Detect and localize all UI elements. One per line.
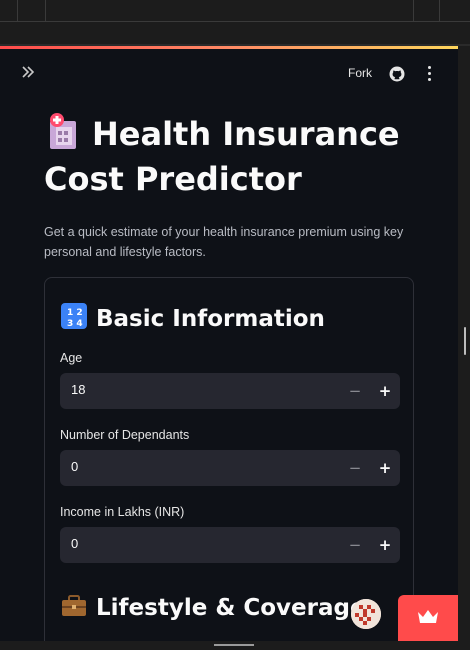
section-heading-basic: 1 2 3 4 Basic Information (60, 302, 325, 332)
kebab-menu-icon[interactable] (424, 66, 434, 82)
dependants-increment-button[interactable]: + (376, 457, 394, 479)
github-icon[interactable] (389, 66, 405, 82)
double-chevron-right-icon (22, 66, 35, 78)
page-title-text: Health Insurance Cost Predictor (44, 115, 400, 198)
form-card: 1 2 3 4 Basic Information Age 18 − + Num… (44, 277, 414, 641)
page-scrollbar[interactable] (458, 46, 470, 641)
expand-sidebar-button[interactable] (20, 64, 42, 86)
chrome-cell (18, 0, 46, 22)
dependants-label: Number of Dependants (60, 428, 190, 442)
section-heading-lifestyle: Lifestyle & Coverage (60, 591, 366, 621)
age-decrement-button[interactable]: − (346, 380, 364, 402)
dependants-value[interactable]: 0 (71, 459, 78, 474)
section-heading-lifestyle-text: Lifestyle & Coverage (96, 595, 366, 621)
fork-button[interactable]: Fork (348, 66, 372, 80)
bottom-bar (0, 641, 470, 650)
user-avatar[interactable] (351, 599, 381, 629)
income-label: Income in Lakhs (INR) (60, 505, 185, 519)
svg-text:1 2: 1 2 (67, 308, 83, 318)
chrome-cell (0, 0, 18, 22)
dependants-input[interactable]: 0 − + (60, 450, 400, 486)
chrome-cell (440, 0, 470, 22)
age-increment-button[interactable]: + (376, 380, 394, 402)
age-input[interactable]: 18 − + (60, 373, 400, 409)
svg-text:3 4: 3 4 (67, 319, 83, 329)
app-header: Fork (0, 49, 458, 101)
crown-icon (418, 610, 438, 623)
income-increment-button[interactable]: + (376, 534, 394, 556)
briefcase-icon (60, 591, 88, 619)
streamlit-badge[interactable] (398, 595, 458, 641)
scrollbar-thumb[interactable] (464, 327, 466, 355)
chrome-cell (46, 0, 414, 22)
income-decrement-button[interactable]: − (346, 534, 364, 556)
page-title: Health Insurance Cost Predictor (44, 111, 424, 202)
dependants-decrement-button[interactable]: − (346, 457, 364, 479)
input-numbers-icon: 1 2 3 4 (60, 302, 88, 330)
income-input[interactable]: 0 − + (60, 527, 400, 563)
chrome-cell (414, 0, 440, 22)
app-viewport: Fork Health Insurance Cost Predictor Get… (0, 49, 458, 641)
income-value[interactable]: 0 (71, 536, 78, 551)
hospital-icon (44, 111, 82, 151)
browser-chrome-strip (0, 0, 470, 46)
resize-handle[interactable] (214, 644, 254, 646)
page-subtitle: Get a quick estimate of your health insu… (44, 225, 404, 259)
age-value[interactable]: 18 (71, 382, 85, 397)
section-heading-basic-text: Basic Information (96, 306, 325, 332)
age-label: Age (60, 351, 83, 365)
